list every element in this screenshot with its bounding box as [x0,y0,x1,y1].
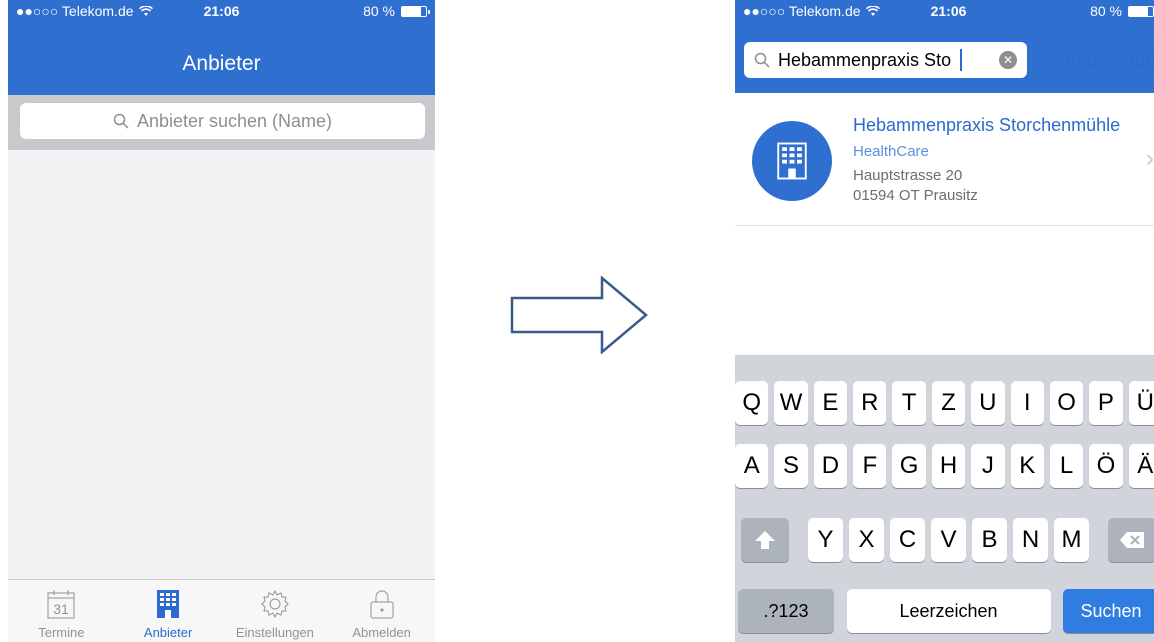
key-x[interactable]: X [849,518,884,562]
key-u[interactable]: U [971,381,1005,425]
key-i[interactable]: I [1010,381,1044,425]
tab-abmelden[interactable]: Abmelden [328,580,435,642]
keyboard-row-1: Q W E R T Z U I O P Ü [735,381,1154,425]
search-value: Hebammenpraxis Sto [778,49,952,70]
key-s[interactable]: S [774,444,808,488]
keyboard: Q W E R T Z U I O P Ü A S D F G H J K L … [735,355,1154,642]
battery-icon [1128,5,1154,17]
key-w[interactable]: W [774,381,808,425]
page-title: Anbieter [182,52,261,75]
provider-search-input[interactable]: Anbieter suchen (Name) [20,103,425,139]
lock-icon [370,590,394,619]
wifi-icon [865,5,880,16]
carrier-label: ●●○○○ Telekom.de [16,3,134,19]
tab-termine[interactable]: 31 Termine [8,580,115,642]
key-oe[interactable]: Ö [1089,444,1123,488]
key-t[interactable]: T [892,381,926,425]
key-ue[interactable]: Ü [1128,381,1154,425]
tab-label: Termine [38,625,85,640]
battery-icon [401,5,430,17]
key-b[interactable]: B [972,518,1007,562]
tab-label: Einstellungen [235,625,314,640]
tab-einstellungen[interactable]: Einstellungen [222,580,329,642]
tab-bar: 31 Termine Anbieter Einstellungen Abmeld… [8,579,435,642]
key-h[interactable]: H [931,444,966,488]
result-category: HealthCare [853,143,929,160]
battery-area: 80 % [1090,3,1154,19]
result-city: 01594 OT Prausitz [853,187,978,204]
calendar-icon-day: 31 [54,601,70,617]
space-key[interactable]: Leerzeichen [846,589,1051,633]
calendar-icon: 31 [47,590,75,619]
nav-bar: ●●○○○ Telekom.de 21:06 80 % Anbieter [8,0,435,95]
key-d[interactable]: D [813,444,848,488]
search-icon [113,113,129,129]
keyboard-row-4: .?123 Leerzeichen Suchen [735,589,1154,633]
letter-group: Y X C V B N M [808,518,1089,562]
text-caret [960,49,963,71]
tab-label: Anbieter [143,625,193,640]
result-title: Hebammenpraxis Storchenmühle [853,115,1121,135]
key-o[interactable]: O [1049,381,1084,425]
avatar [752,121,832,201]
status-time: 21:06 [203,3,240,19]
tab-anbieter[interactable]: Anbieter [115,580,222,642]
cancel-button[interactable]: Abbrechen [1064,50,1154,72]
result-street: Hauptstrasse 20 [853,167,963,184]
key-y[interactable]: Y [808,518,843,562]
building-icon [157,590,180,618]
left-phone-screen: ●●○○○ Telekom.de 21:06 80 % Anbieter Anb… [8,0,435,642]
search-key[interactable]: Suchen [1063,589,1154,633]
search-placeholder: Anbieter suchen (Name) [136,110,333,131]
key-v[interactable]: V [931,518,966,562]
wifi-icon [138,5,153,16]
status-bar: ●●○○○ Telekom.de 21:06 80 % [8,0,435,22]
chevron-right-icon: › [1146,145,1154,172]
status-time: 21:06 [930,3,967,19]
carrier-label: ●●○○○ Telekom.de [743,3,861,19]
key-z[interactable]: Z [931,381,966,425]
gear-icon [261,589,289,619]
search-input[interactable]: Hebammenpraxis Sto ✕ [744,42,1027,78]
key-l[interactable]: L [1049,444,1084,488]
key-e[interactable]: E [813,381,848,425]
key-p[interactable]: P [1089,381,1123,425]
backspace-icon [1120,532,1144,548]
keyboard-row-2: A S D F G H J K L Ö Ä [735,444,1154,488]
key-g[interactable]: G [892,444,926,488]
results-list [8,150,435,580]
tab-label: Abmelden [352,625,411,640]
list-item[interactable]: Hebammenpraxis Storchenmühle HealthCare … [735,93,1154,226]
backspace-key[interactable] [1108,518,1154,562]
shift-key[interactable] [741,518,789,562]
clear-icon[interactable]: ✕ [999,51,1017,69]
carrier: ●●○○○ Telekom.de [16,3,153,19]
carrier: ●●○○○ Telekom.de [743,3,880,19]
search-header: ●●○○○ Telekom.de 21:06 80 % Hebammenprax… [735,0,1154,93]
key-k[interactable]: K [1010,444,1044,488]
key-q[interactable]: Q [735,381,769,425]
key-a[interactable]: A [735,444,769,488]
key-n[interactable]: N [1013,518,1048,562]
stage: ●●○○○ Telekom.de 21:06 80 % Anbieter Anb… [0,0,1154,642]
key-f[interactable]: F [853,444,887,488]
transition-arrow-icon [510,276,648,354]
search-bar-container: Anbieter suchen (Name) [8,95,435,150]
numbers-key[interactable]: .?123 [738,589,834,633]
building-icon [777,142,807,180]
key-j[interactable]: J [971,444,1005,488]
key-r[interactable]: R [853,381,887,425]
key-m[interactable]: M [1054,518,1089,562]
keyboard-row-3: Y X C V B N M [735,518,1154,562]
battery-area: 80 % [363,3,430,19]
battery-percent: 80 % [1090,3,1122,19]
key-ae[interactable]: Ä [1128,444,1154,488]
search-icon [754,52,770,68]
right-phone-screen: ●●○○○ Telekom.de 21:06 80 % Hebammenprax… [735,0,1154,642]
status-bar: ●●○○○ Telekom.de 21:06 80 % [735,0,1154,22]
key-c[interactable]: C [890,518,925,562]
battery-percent: 80 % [363,3,395,19]
shift-icon [755,531,775,549]
